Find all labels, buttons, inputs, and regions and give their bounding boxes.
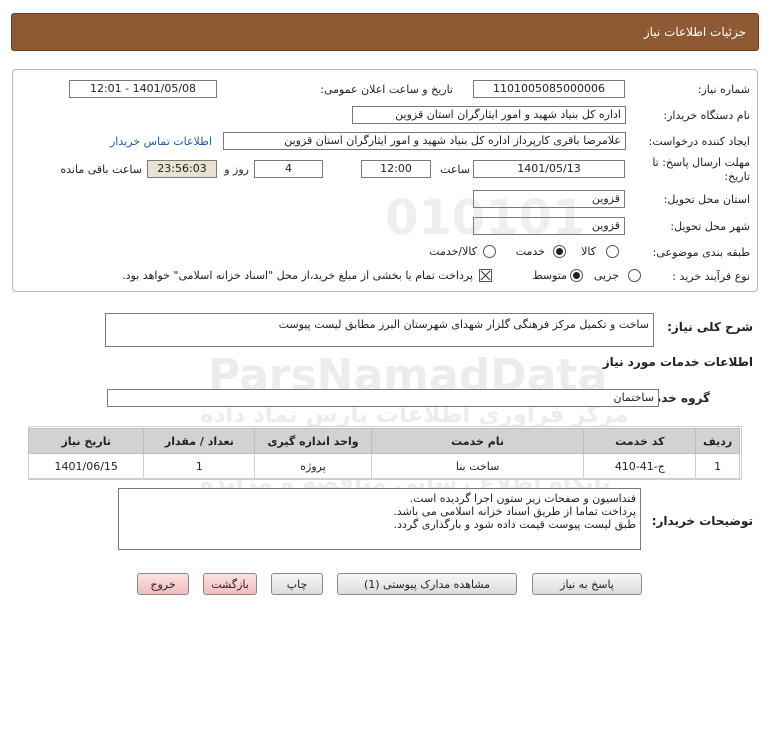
- col-header-service-name: نام خدمت: [370, 428, 585, 454]
- announce-label: تاریخ و ساعت اعلان عمومی:: [320, 83, 453, 96]
- col-header-quantity: تعداد / مقدار: [143, 428, 256, 454]
- description-label: شرح کلی نیاز:: [667, 320, 753, 334]
- days-label: روز و: [224, 163, 249, 176]
- deadline-date-field: 1401/05/13: [473, 160, 625, 178]
- category-radio-service[interactable]: [553, 245, 566, 258]
- category-label: طبقه بندی موضوعی:: [652, 246, 750, 259]
- province-field: قزوین: [473, 190, 625, 208]
- category-radio-goods-service[interactable]: [483, 245, 496, 258]
- col-header-need-date: تاریخ نیاز: [27, 428, 145, 454]
- view-attachments-button[interactable]: مشاهده مدارک پیوستی (1): [337, 573, 517, 595]
- process-radio-medium[interactable]: [570, 269, 583, 282]
- exit-button[interactable]: خروج: [137, 573, 189, 595]
- need-number-field: 1101005085000006: [473, 80, 625, 98]
- process-option-minor: جزیی: [593, 269, 619, 282]
- services-table-container: ردیف کد خدمت نام خدمت واحد اندازه گیری ت…: [27, 426, 742, 480]
- days-field: 4: [254, 160, 323, 178]
- province-label: استان محل تحویل:: [663, 193, 750, 206]
- cell-unit: پروژه: [254, 453, 372, 479]
- services-table: ردیف کد خدمت نام خدمت واحد اندازه گیری ت…: [27, 428, 740, 479]
- process-radio-minor[interactable]: [628, 269, 641, 282]
- creator-label: ایجاد کننده درخواست:: [648, 135, 750, 148]
- deadline-date-label: تاریخ:: [724, 170, 750, 183]
- buyer-contact-link[interactable]: اطلاعات تماس خریدار: [110, 135, 212, 148]
- col-header-row-number: ردیف: [695, 428, 740, 454]
- city-label: شهر محل تحویل:: [670, 220, 750, 233]
- remaining-time-field: 23:56:03: [147, 160, 217, 178]
- col-header-service-code: کد خدمت: [583, 428, 697, 454]
- cell-row-number: 1: [695, 453, 740, 479]
- treasury-payment-checkbox[interactable]: [479, 269, 492, 282]
- buyer-org-field: اداره کل بنیاد شهید و امور ایثارگران است…: [352, 106, 626, 124]
- buyer-org-label: نام دستگاه خریدار:: [663, 109, 750, 122]
- table-header-row: ردیف کد خدمت نام خدمت واحد اندازه گیری ت…: [27, 428, 740, 454]
- category-option-goods: کالا: [581, 245, 596, 258]
- buyer-note-line-1: فنداسیون و صفحات زیر ستون اجرا گردیده اس…: [409, 492, 636, 505]
- cell-service-name: ساخت بنا: [370, 453, 585, 479]
- process-option-medium: متوسط: [532, 269, 567, 282]
- need-number-label: شماره نیاز:: [697, 83, 750, 96]
- print-button[interactable]: چاپ: [271, 573, 323, 595]
- creator-field: علامرضا باقری کارپرداز اداره کل بنیاد شه…: [223, 132, 626, 150]
- remaining-label: ساعت باقی مانده: [60, 163, 142, 176]
- info-panel: [12, 69, 758, 292]
- deadline-time-label: ساعت: [440, 163, 470, 176]
- buyer-notes-field: فنداسیون و صفحات زیر ستون اجرا گردیده اس…: [118, 488, 641, 550]
- back-button[interactable]: بازگشت: [203, 573, 257, 595]
- category-option-service: خدمت: [515, 245, 545, 258]
- service-group-field: ساختمان: [107, 389, 659, 407]
- page-header: جزئیات اطلاعات نیاز: [11, 13, 759, 51]
- deadline-label: مهلت ارسال پاسخ: تا: [652, 156, 750, 169]
- process-label: نوع فرآیند خرید :: [672, 270, 750, 283]
- table-row: 1 ج-41-410 ساخت بنا پروژه 1 1401/06/15: [27, 453, 740, 479]
- buyer-note-line-2: پرداخت تماما از طریق اسناد خزانه اسلامی …: [393, 505, 636, 518]
- cell-need-date: 1401/06/15: [27, 453, 145, 479]
- col-header-unit: واحد اندازه گیری: [254, 428, 372, 454]
- reply-button[interactable]: پاسخ به نیاز: [532, 573, 642, 595]
- page-title: جزئیات اطلاعات نیاز: [643, 25, 746, 39]
- city-field: قزوین: [473, 217, 625, 235]
- cell-service-code: ج-41-410: [583, 453, 697, 479]
- announce-date-field: 1401/05/08 - 12:01: [69, 80, 217, 98]
- category-option-goods-service: کالا/خدمت: [429, 245, 477, 258]
- deadline-time-field: 12:00: [361, 160, 431, 178]
- services-section-title: اطلاعات خدمات مورد نیاز: [602, 355, 753, 369]
- buyer-notes-label: توضیحات خریدار:: [651, 514, 753, 528]
- category-radio-goods[interactable]: [606, 245, 619, 258]
- buyer-note-line-3: طبق لیست پیوست قیمت داده شود و بارگذاری …: [393, 518, 636, 531]
- cell-quantity: 1: [143, 453, 256, 479]
- description-field: ساخت و تکمیل مرکز فرهنگی گلزار شهدای شهر…: [105, 313, 654, 347]
- treasury-payment-note: پرداخت تمام یا بخشی از مبلغ خرید،از محل …: [122, 269, 473, 282]
